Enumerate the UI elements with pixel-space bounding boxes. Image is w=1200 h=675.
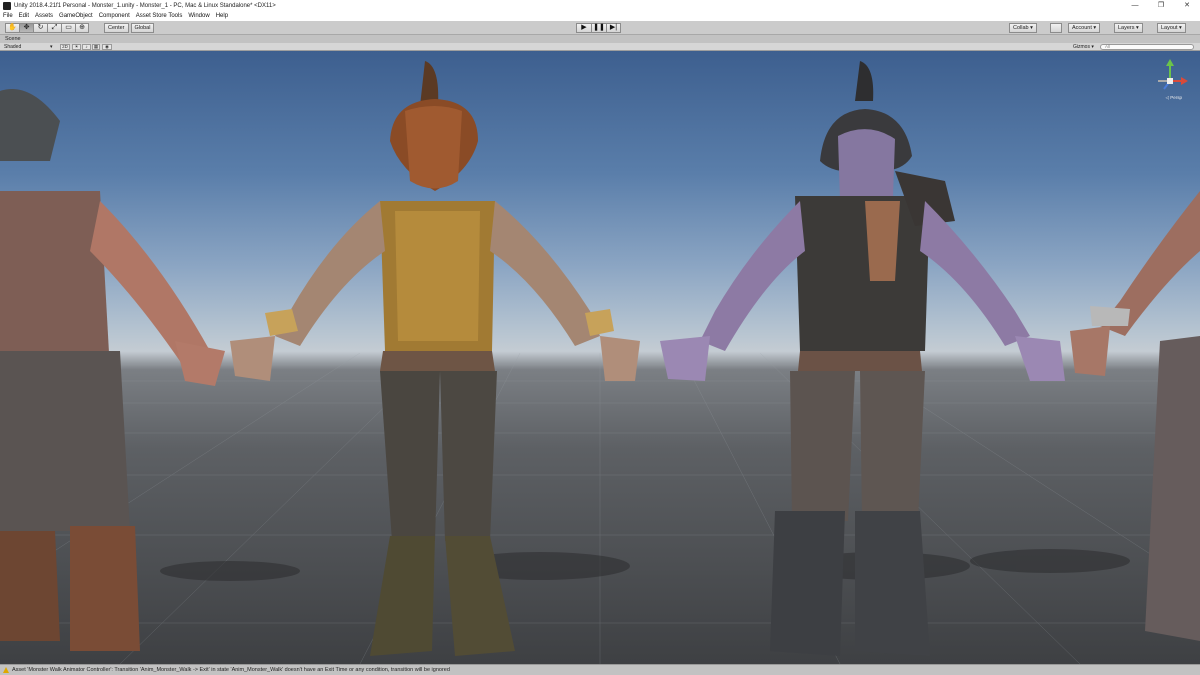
scene-tab-bar: Scene bbox=[0, 35, 1200, 43]
character-shadows bbox=[160, 549, 1130, 581]
close-button[interactable]: ✕ bbox=[1174, 0, 1200, 11]
tab-scene[interactable]: Scene bbox=[2, 35, 24, 43]
transform-tools: ✋ ✥ ↻ ⤢ ▭ ⊕ bbox=[5, 23, 89, 33]
gizmos-dropdown[interactable]: Gizmos ▾ bbox=[1073, 43, 1094, 51]
audio-toggle-icon[interactable]: ♪ bbox=[82, 44, 91, 50]
window-controls: — ❐ ✕ bbox=[1122, 0, 1200, 11]
scene-viewport[interactable]: ◁ Persp bbox=[0, 51, 1200, 664]
step-icon[interactable]: ▶| bbox=[606, 23, 621, 33]
rotate-tool-icon[interactable]: ↻ bbox=[33, 23, 47, 33]
pivot-global-button[interactable]: Global bbox=[130, 23, 155, 33]
transform-tool-icon[interactable]: ⊕ bbox=[75, 23, 89, 33]
maximize-button[interactable]: ❐ bbox=[1148, 0, 1174, 11]
layout-dropdown[interactable]: Layout ▾ bbox=[1157, 23, 1186, 33]
draw-mode-chevron-icon[interactable]: ▾ bbox=[50, 43, 53, 51]
collab-button[interactable]: Collab ▾ bbox=[1009, 23, 1037, 33]
pivot-center-button[interactable]: Center bbox=[104, 23, 129, 33]
hand-tool-icon[interactable]: ✋ bbox=[5, 23, 19, 33]
scene-visibility-icon[interactable]: ◉ bbox=[102, 44, 112, 50]
move-tool-icon[interactable]: ✥ bbox=[19, 23, 33, 33]
cloud-icon[interactable] bbox=[1050, 23, 1062, 33]
menu-component[interactable]: Component bbox=[99, 13, 130, 19]
menu-help[interactable]: Help bbox=[216, 13, 228, 19]
character-right-partial[interactable] bbox=[1070, 191, 1200, 641]
lighting-toggle-icon[interactable]: ☀ bbox=[72, 44, 81, 50]
title-bar: Unity 2018.4.21f1 Personal - Monster_1.u… bbox=[0, 0, 1200, 11]
unity-logo-icon bbox=[3, 1, 11, 10]
projection-label[interactable]: ◁ Persp bbox=[1166, 95, 1182, 101]
status-bar[interactable]: Asset 'Monster Walk Animator Controller'… bbox=[0, 664, 1200, 675]
layers-dropdown[interactable]: Layers ▾ bbox=[1114, 23, 1143, 33]
pivot-controls: Center Global bbox=[104, 23, 156, 33]
hierarchy-search-input[interactable]: All bbox=[1100, 44, 1194, 50]
menu-file[interactable]: File bbox=[3, 13, 13, 19]
main-toolbar: ✋ ✥ ↻ ⤢ ▭ ⊕ Center Global ▶ ❚❚ ▶| Collab… bbox=[0, 21, 1200, 35]
window-title: Unity 2018.4.21f1 Personal - Monster_1.u… bbox=[14, 2, 276, 9]
menu-window[interactable]: Window bbox=[188, 13, 209, 19]
character-models bbox=[0, 61, 1200, 656]
play-icon[interactable]: ▶ bbox=[576, 23, 591, 33]
scene-toolbar: Shaded ▾ 2D ☀ ♪ ▦ ◉ Gizmos ▾ All bbox=[0, 43, 1200, 51]
draw-mode-dropdown[interactable]: Shaded bbox=[4, 43, 21, 51]
menu-assets[interactable]: Assets bbox=[35, 13, 53, 19]
account-dropdown[interactable]: Account ▾ bbox=[1068, 23, 1101, 33]
status-message: Asset 'Monster Walk Animator Controller'… bbox=[12, 667, 450, 673]
menu-bar: File Edit Assets GameObject Component As… bbox=[0, 11, 1200, 21]
effects-toggle-icon[interactable]: ▦ bbox=[92, 44, 100, 50]
warning-icon bbox=[3, 667, 9, 673]
pause-icon[interactable]: ❚❚ bbox=[591, 23, 606, 33]
toggle-2d-button[interactable]: 2D bbox=[60, 44, 70, 50]
minimize-button[interactable]: — bbox=[1122, 0, 1148, 11]
rect-tool-icon[interactable]: ▭ bbox=[61, 23, 75, 33]
menu-edit[interactable]: Edit bbox=[19, 13, 29, 19]
menu-gameobject[interactable]: GameObject bbox=[59, 13, 93, 19]
menu-asset-store-tools[interactable]: Asset Store Tools bbox=[136, 13, 183, 19]
playback-controls: ▶ ❚❚ ▶| bbox=[576, 23, 621, 33]
scale-tool-icon[interactable]: ⤢ bbox=[47, 23, 61, 33]
